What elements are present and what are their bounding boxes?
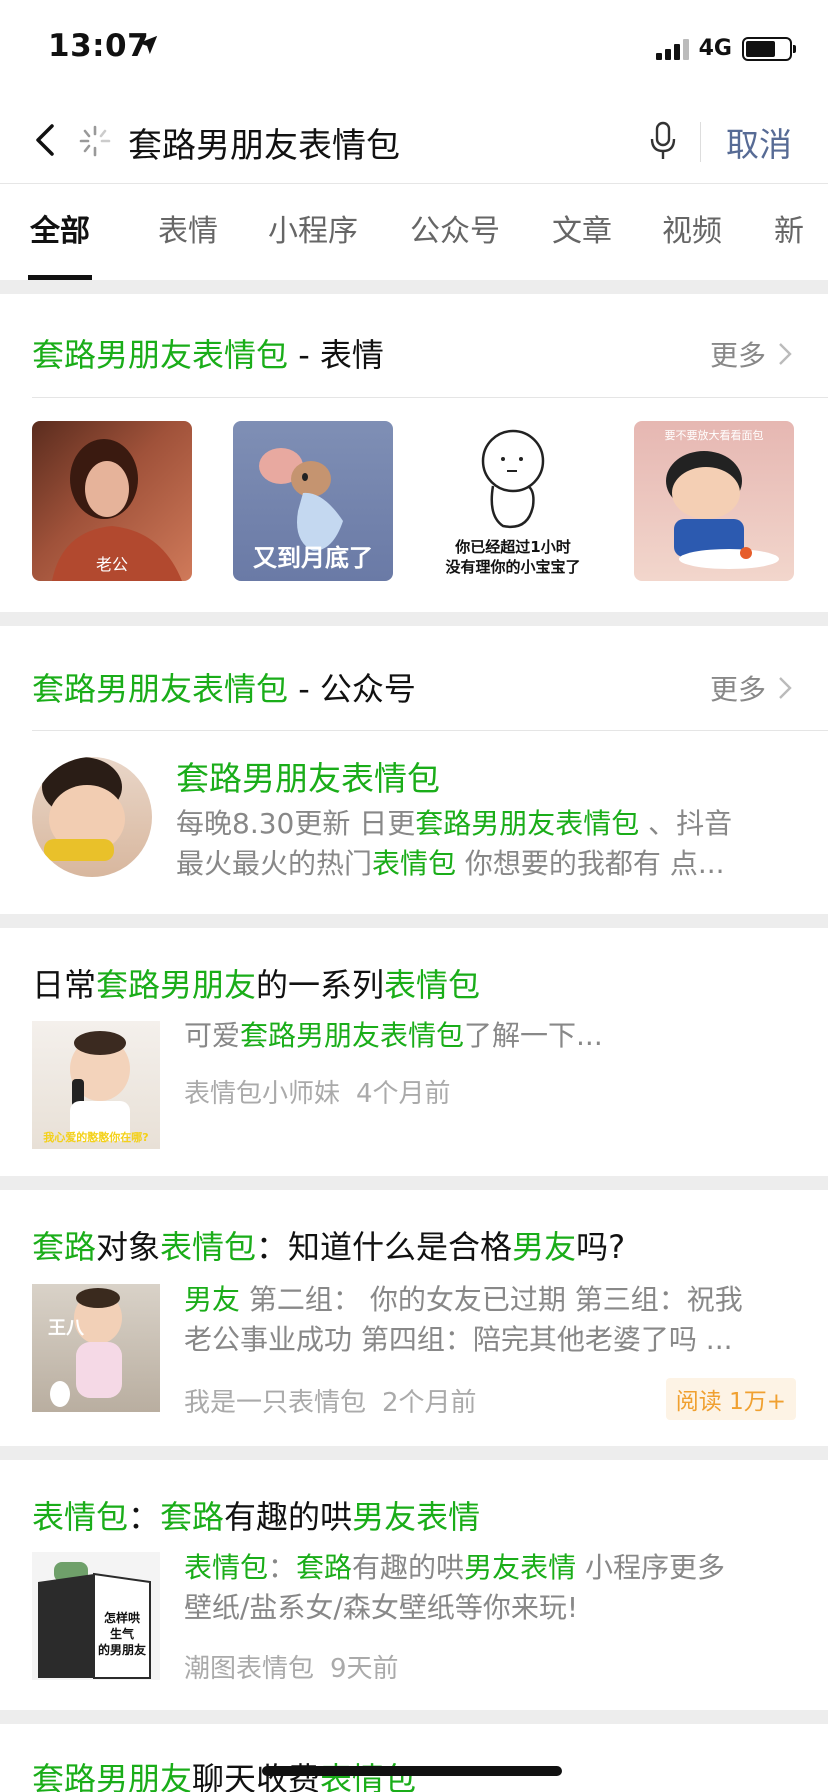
account-more-link[interactable]: 更多	[710, 668, 792, 708]
stickers-section-title: 套路男朋友表情包 - 表情	[32, 336, 384, 374]
section-gap	[0, 1446, 828, 1460]
chevron-right-icon	[779, 343, 792, 365]
stickers-more-link[interactable]: 更多	[710, 334, 792, 374]
account-name[interactable]: 套路男朋友表情包	[176, 752, 440, 800]
cellular-signal-icon	[655, 38, 689, 60]
book-cover-text: 怎样哄 生气 的男朋友	[97, 1611, 146, 1657]
sticker-doodle-image	[481, 429, 545, 529]
article-time: 9天前	[330, 1654, 399, 1684]
article-source[interactable]: 表情包小师妹	[184, 1079, 340, 1109]
article-source[interactable]: 潮图表情包	[184, 1654, 314, 1684]
loading-spinner-icon	[79, 125, 111, 157]
article-source[interactable]: 我是一只表情包	[184, 1388, 366, 1418]
section-gap	[0, 612, 828, 626]
article-title[interactable]: 套路对象表情包：知道什么是合格男友吗?	[32, 1222, 625, 1268]
search-category-tabs: 全部 表情 小程序 公众号 文章 视频 新	[0, 184, 828, 280]
article-snippet: 表情包：套路有趣的哄男友表情 小程序更多 壁纸/盐系女/森女壁纸等你来玩!	[184, 1551, 725, 1624]
home-indicator[interactable]	[262, 1766, 562, 1776]
network-type: 4G	[698, 36, 732, 61]
battery-icon	[742, 36, 796, 61]
back-arrow-icon[interactable]	[26, 118, 66, 162]
sticker-thumbnail[interactable]: 要不要放大看看面包	[634, 421, 794, 581]
microphone-icon[interactable]	[648, 120, 678, 162]
article-time: 2个月前	[382, 1388, 477, 1418]
sticker-thumbnail[interactable]: 你已经超过1小时 没有理你的小宝宝了	[433, 421, 593, 581]
tab-stickers[interactable]: 表情	[158, 184, 218, 280]
article-thumbnail[interactable]: 王八	[32, 1284, 160, 1412]
cancel-button[interactable]: 取消	[726, 118, 792, 166]
account-section-title: 套路男朋友表情包 - 公众号	[32, 670, 416, 708]
article-time: 4个月前	[356, 1079, 451, 1109]
sticker-thumbnail[interactable]: 老公	[32, 421, 192, 581]
article-title[interactable]: 表情包：套路有趣的哄男友表情	[32, 1492, 480, 1538]
sticker-caption: 你已经超过1小时 没有理你的小宝宝了	[445, 538, 581, 576]
section-gap	[0, 280, 828, 294]
avatar[interactable]	[32, 757, 152, 877]
status-indicators: 4G	[655, 36, 796, 61]
account-description: 每晚8.30更新 日更套路男朋友表情包 、抖音 最火最火的热门表情包 你想要的我…	[176, 807, 733, 880]
article-thumbnail[interactable]: 怎样哄 生气 的男朋友	[32, 1552, 160, 1680]
section-gap	[0, 914, 828, 928]
divider	[32, 397, 828, 398]
article-meta: 潮图表情包 9天前	[184, 1648, 399, 1685]
article-meta: 表情包小师妹 4个月前	[184, 1073, 451, 1110]
status-bar: 13:07 4G	[0, 0, 828, 100]
section-gap	[0, 1710, 828, 1724]
divider	[32, 730, 828, 731]
article-snippet: 男友 第二组： 你的女友已过期 第三组：祝我 老公事业成功 第四组：陪完其他老婆…	[184, 1283, 743, 1356]
search-divider	[700, 122, 701, 162]
tab-mini-programs[interactable]: 小程序	[268, 184, 358, 280]
status-time: 13:07	[48, 28, 150, 64]
location-arrow-icon	[138, 35, 158, 55]
section-gap	[0, 1176, 828, 1190]
tab-articles[interactable]: 文章	[552, 184, 612, 280]
avatar-baby-image	[42, 757, 125, 861]
article-snippet: 可爱套路男朋友表情包了解一下...	[184, 1019, 603, 1052]
tab-all[interactable]: 全部	[28, 184, 92, 280]
article-meta: 我是一只表情包 2个月前	[184, 1382, 477, 1419]
read-count-badge: 阅读 1万+	[665, 1378, 796, 1420]
thumbnail-toddler-image	[50, 1288, 122, 1407]
article-thumbnail[interactable]: 我心爱的憨憨你在哪?	[32, 1021, 160, 1149]
tab-official-accounts[interactable]: 公众号	[410, 184, 500, 280]
article-title[interactable]: 日常套路男朋友的一系列表情包	[32, 960, 480, 1006]
tab-news[interactable]: 新	[774, 184, 804, 280]
chevron-right-icon	[779, 677, 792, 699]
sticker-thumbnail[interactable]: 又到月底了	[233, 421, 393, 581]
search-input[interactable]: 套路男朋友表情包	[128, 118, 400, 167]
tab-videos[interactable]: 视频	[662, 184, 722, 280]
search-bar: 套路男朋友表情包 取消	[0, 100, 828, 184]
sticker-cartoon-boy-image	[666, 451, 779, 569]
